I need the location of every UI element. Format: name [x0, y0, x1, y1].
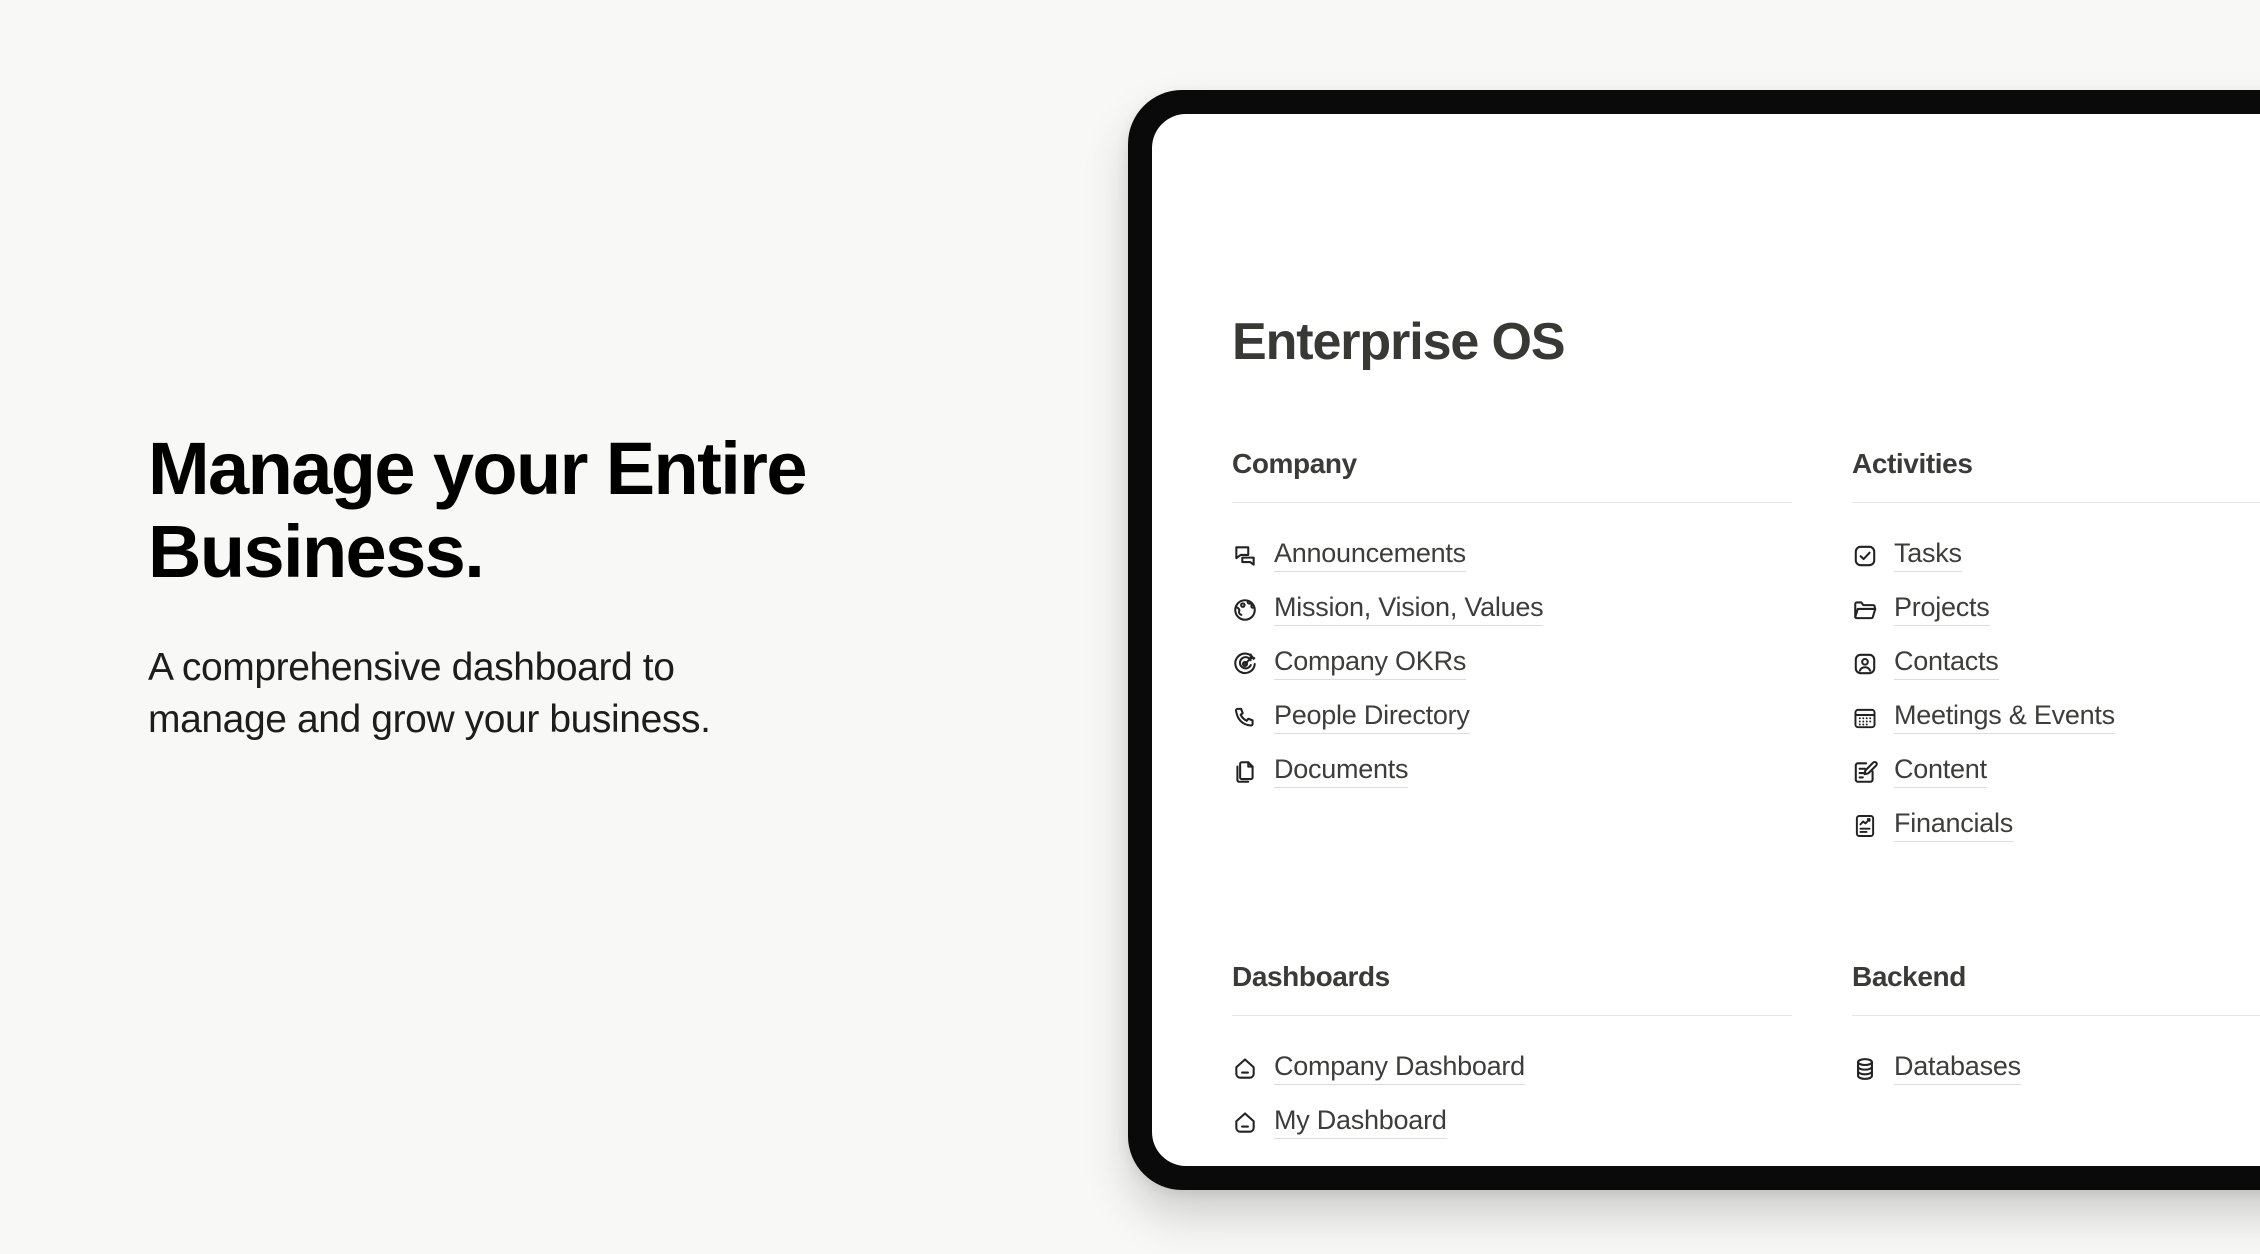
home-icon [1232, 1110, 1258, 1136]
calendar-icon [1852, 705, 1878, 731]
section-divider [1232, 502, 1792, 503]
tablet-screen: Enterprise OS Company Announcements Miss… [1152, 114, 2260, 1166]
link-list-backend: Databases [1852, 1042, 2260, 1096]
page-subtitle: A comprehensive dashboard to manage and … [148, 645, 711, 741]
list-item[interactable]: Documents [1232, 745, 1852, 799]
list-item[interactable]: Announcements [1232, 529, 1852, 583]
section-divider [1232, 1015, 1792, 1016]
list-item-label: Databases [1894, 1053, 2021, 1085]
section-title-company: Company [1232, 448, 1357, 479]
announcements-icon [1232, 543, 1258, 569]
list-item[interactable]: My Dashboard [1232, 1096, 1852, 1150]
list-item-label: Contacts [1894, 648, 1999, 680]
link-list-company: Announcements Mission, Vision, Values Co… [1232, 529, 1852, 799]
page-title: Manage your Entire Business. [148, 427, 808, 593]
folder-icon [1852, 597, 1878, 623]
list-item[interactable]: Company Dashboard [1232, 1042, 1852, 1096]
list-item-label: Documents [1274, 756, 1409, 788]
list-item[interactable]: Tasks [1852, 529, 2260, 583]
list-item-label: Company OKRs [1274, 648, 1466, 680]
check-square-icon [1852, 543, 1878, 569]
target-icon [1232, 651, 1258, 677]
section-divider [1852, 502, 2260, 503]
list-item[interactable]: Financials [1852, 799, 2260, 853]
home-icon [1232, 1056, 1258, 1082]
section-activities: Activities Tasks Projects Contacts Meeti… [1852, 448, 2260, 853]
list-item-label: Meetings & Events [1894, 702, 2115, 734]
hero-section: Manage your Entire Business. A comprehen… [148, 427, 1028, 746]
section-title-dashboards: Dashboards [1232, 961, 1390, 992]
phone-icon [1232, 705, 1258, 731]
tablet-device-frame: Enterprise OS Company Announcements Miss… [1128, 90, 2260, 1190]
list-item[interactable]: Contacts [1852, 637, 2260, 691]
list-item-label: Company Dashboard [1274, 1053, 1525, 1085]
section-divider [1852, 1015, 2260, 1016]
list-item[interactable]: Projects [1852, 583, 2260, 637]
list-item-label: Projects [1894, 594, 1990, 626]
app-title: Enterprise OS [1232, 313, 1566, 371]
list-item[interactable]: Meetings & Events [1852, 691, 2260, 745]
list-item-label: Tasks [1894, 540, 1962, 572]
list-item-label: Mission, Vision, Values [1274, 594, 1544, 626]
list-item[interactable]: Databases [1852, 1042, 2260, 1096]
list-item-label: My Dashboard [1274, 1107, 1447, 1139]
list-item[interactable]: Mission, Vision, Values [1232, 583, 1852, 637]
list-item[interactable]: Content [1852, 745, 2260, 799]
list-item-label: Content [1894, 756, 1987, 788]
financial-report-icon [1852, 813, 1878, 839]
section-dashboards: Dashboards Company Dashboard My Dashboar… [1232, 961, 1852, 1150]
section-title-backend: Backend [1852, 961, 1966, 992]
edit-document-icon [1852, 759, 1878, 785]
database-icon [1852, 1056, 1878, 1082]
list-item-label: Financials [1894, 810, 2013, 842]
list-item[interactable]: People Directory [1232, 691, 1852, 745]
globe-icon [1232, 597, 1258, 623]
section-backend: Backend Databases [1852, 961, 2260, 1150]
contact-card-icon [1852, 651, 1878, 677]
section-row-bottom: Dashboards Company Dashboard My Dashboar… [1232, 961, 2260, 1150]
link-list-activities: Tasks Projects Contacts Meetings & Event… [1852, 529, 2260, 853]
documents-icon [1232, 759, 1258, 785]
list-item-label: People Directory [1274, 702, 1470, 734]
app-content: Enterprise OS Company Announcements Miss… [1232, 114, 2260, 1166]
section-company: Company Announcements Mission, Vision, V… [1232, 448, 1852, 853]
list-item-label: Announcements [1274, 540, 1466, 572]
link-list-dashboards: Company Dashboard My Dashboard [1232, 1042, 1852, 1150]
page-root: Manage your Entire Business. A comprehen… [0, 0, 2260, 1254]
section-title-activities: Activities [1852, 448, 1973, 479]
list-item[interactable]: Company OKRs [1232, 637, 1852, 691]
section-row-top: Company Announcements Mission, Vision, V… [1232, 448, 2260, 853]
